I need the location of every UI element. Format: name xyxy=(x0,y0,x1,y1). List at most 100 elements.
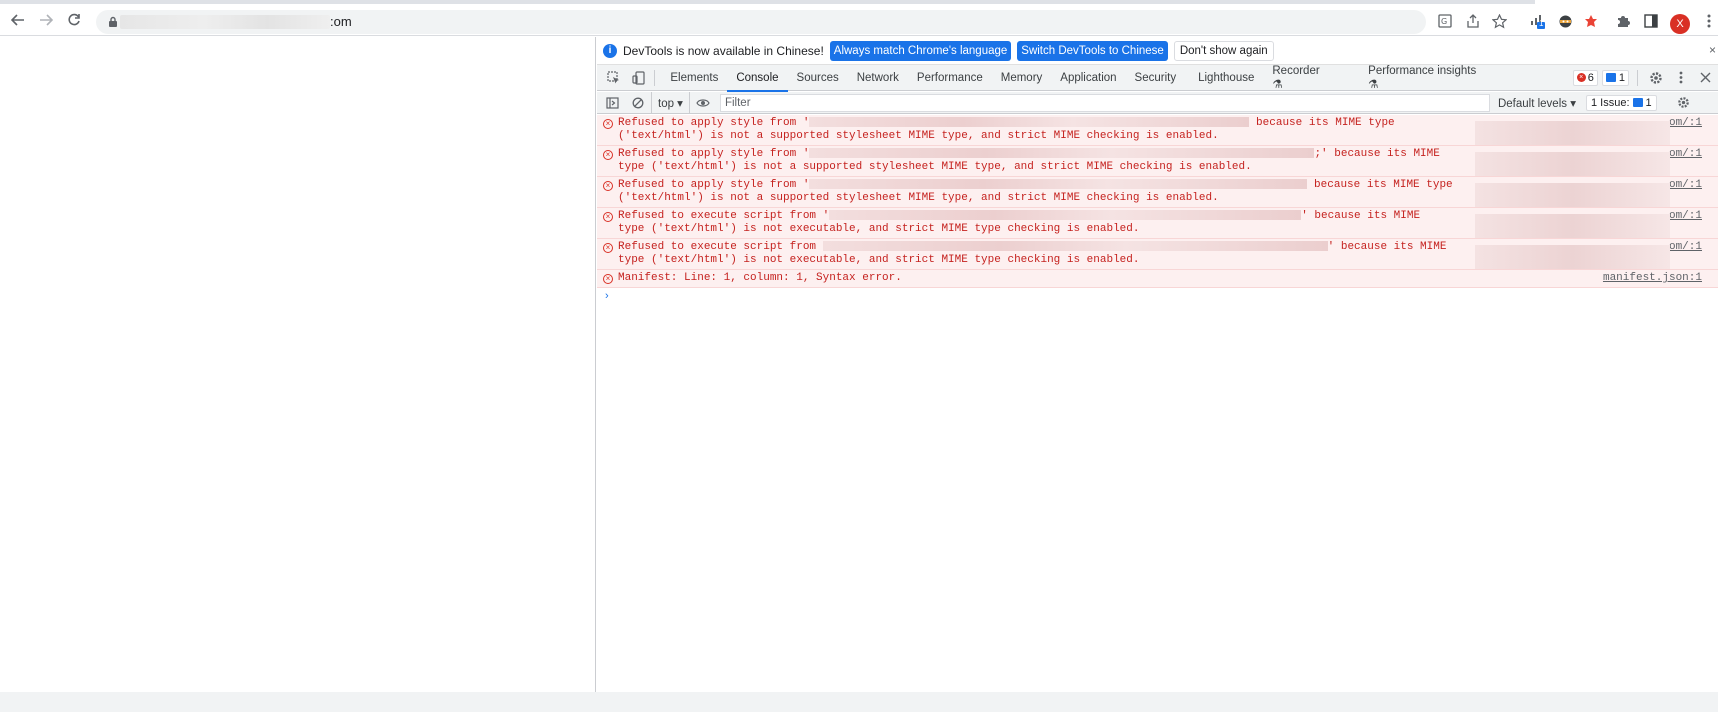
issues-counter-button[interactable]: 1 Issue: 1 xyxy=(1585,94,1657,111)
source-link[interactable]: om/:1 xyxy=(1669,241,1702,254)
device-toolbar-icon[interactable] xyxy=(626,65,651,91)
console-filter-input[interactable]: Filter xyxy=(719,93,1490,112)
reload-icon xyxy=(68,13,80,26)
extensions-puzzle-icon[interactable] xyxy=(1614,12,1632,30)
console-error-row[interactable]: × Refused to execute script from ' becau… xyxy=(597,239,1718,270)
message-count: 1 xyxy=(1618,71,1625,84)
svg-text:G: G xyxy=(1441,17,1447,26)
error-count-badge[interactable]: × 6 xyxy=(1572,69,1598,86)
redacted-url xyxy=(809,148,1315,159)
context-selector[interactable]: top ▾ xyxy=(651,91,690,114)
devtools-menu-icon[interactable] xyxy=(1669,65,1694,91)
console-sidebar-icon[interactable] xyxy=(599,90,625,116)
log-levels-dropdown[interactable]: Default levels ▾ xyxy=(1498,96,1576,110)
tab-network[interactable]: Network xyxy=(848,65,908,91)
redacted-region xyxy=(1475,121,1670,145)
switch-to-chinese-button[interactable]: Switch DevTools to Chinese xyxy=(1017,40,1168,61)
error-icon: × xyxy=(603,150,613,160)
error-icon: × xyxy=(603,212,613,222)
issues-label: 1 Issue: xyxy=(1590,96,1630,109)
clear-console-icon[interactable] xyxy=(625,90,651,116)
red-extension-icon[interactable] xyxy=(1582,12,1600,30)
tab-memory[interactable]: Memory xyxy=(992,65,1052,91)
tab-sources[interactable]: Sources xyxy=(788,65,848,91)
redacted-url xyxy=(809,179,1308,190)
source-link[interactable]: om/:1 xyxy=(1669,210,1702,223)
infobar-message: DevTools is now available in Chinese! xyxy=(623,43,824,58)
error-icon: × xyxy=(603,119,613,129)
tab-performance-insights[interactable]: Performance insights ⚗ xyxy=(1359,65,1493,91)
issue-icon xyxy=(1632,98,1643,107)
ninja-extension-icon[interactable] xyxy=(1556,12,1574,30)
console-toolbar: top ▾ Filter Default levels ▾ 1 Issue: 1 xyxy=(597,90,1718,116)
tab-elements[interactable]: Elements xyxy=(661,65,727,91)
back-button[interactable] xyxy=(8,10,28,30)
forward-arrow-icon xyxy=(40,14,53,26)
always-match-language-button[interactable]: Always match Chrome's language xyxy=(829,40,1012,61)
tab-recorder[interactable]: Recorder ⚗ xyxy=(1263,65,1339,91)
extension-badge: 1 xyxy=(1539,19,1544,28)
page-viewport xyxy=(0,37,596,692)
error-icon: × xyxy=(603,274,613,284)
info-icon: i xyxy=(603,43,617,58)
close-devtools-icon[interactable] xyxy=(1693,65,1718,91)
tab-application[interactable]: Application xyxy=(1051,65,1125,91)
bookmark-star-icon[interactable] xyxy=(1490,12,1508,30)
lock-icon xyxy=(109,16,117,27)
manifest-error-text: Manifest: Line: 1, column: 1, Syntax err… xyxy=(618,272,902,284)
inspect-element-icon[interactable] xyxy=(601,65,626,91)
reload-button[interactable] xyxy=(64,10,84,30)
redacted-domain xyxy=(120,14,330,29)
address-bar[interactable]: :om xyxy=(96,10,1426,34)
message-icon xyxy=(1605,73,1616,82)
manifest-source-link[interactable]: manifest.json:1 xyxy=(1603,272,1702,285)
redacted-region xyxy=(1475,183,1670,207)
console-error-row[interactable]: × Refused to execute script from ' ' beca… xyxy=(597,208,1718,239)
source-link[interactable]: om/:1 xyxy=(1669,179,1702,192)
tab-security[interactable]: Security xyxy=(1126,65,1186,91)
error-count: 6 xyxy=(1587,71,1594,84)
toolbar-divider xyxy=(1636,69,1638,86)
devtools-language-infobar: i DevTools is now available in Chinese! … xyxy=(597,37,1718,65)
network-extension-icon[interactable]: 1 xyxy=(1528,12,1546,30)
console-prompt[interactable]: › xyxy=(605,290,609,302)
redacted-region xyxy=(1475,152,1670,176)
console-messages: × Refused to apply style from ' because … xyxy=(597,115,1718,288)
back-arrow-icon xyxy=(11,14,24,26)
message-count-badge[interactable]: 1 xyxy=(1601,69,1629,86)
redacted-url xyxy=(829,210,1302,221)
url-text: :om xyxy=(120,14,352,29)
error-icon: × xyxy=(1576,73,1586,82)
error-icon: × xyxy=(603,181,613,191)
forward-button[interactable] xyxy=(36,10,56,30)
source-link[interactable]: om/:1 xyxy=(1669,148,1702,161)
browser-toolbar: :om G 1 X xyxy=(0,4,1718,36)
url-suffix: :om xyxy=(330,14,352,29)
redacted-url xyxy=(809,117,1250,128)
redacted-region xyxy=(1475,214,1670,238)
redacted-url xyxy=(822,241,1328,252)
console-error-row[interactable]: × Refused to apply style from ' because … xyxy=(597,115,1718,146)
devtools-tabbar: Elements Console Sources Network Perform… xyxy=(597,65,1718,92)
tab-console[interactable]: Console xyxy=(727,65,788,92)
console-error-row[interactable]: × Refused to apply style from ' because … xyxy=(597,177,1718,208)
infobar-close-icon[interactable]: × xyxy=(1709,43,1716,57)
browser-menu-icon[interactable] xyxy=(1700,12,1718,30)
console-error-row[interactable]: × Refused to apply style from ' ;' becaus… xyxy=(597,146,1718,177)
issues-count: 1 xyxy=(1645,96,1652,109)
dont-show-again-button[interactable]: Don't show again xyxy=(1173,40,1274,61)
settings-gear-icon[interactable] xyxy=(1644,65,1669,91)
toolbar-divider xyxy=(654,69,656,86)
tab-performance[interactable]: Performance xyxy=(908,65,992,91)
live-expression-eye-icon[interactable] xyxy=(690,90,716,116)
side-panel-icon[interactable] xyxy=(1642,12,1660,30)
translate-icon[interactable]: G xyxy=(1436,12,1454,30)
manifest-error-row[interactable]: × Manifest: Line: 1, column: 1, Syntax e… xyxy=(597,270,1718,288)
share-icon[interactable] xyxy=(1464,12,1482,30)
devtools-panel: i DevTools is now available in Chinese! … xyxy=(597,37,1718,692)
source-link[interactable]: om/:1 xyxy=(1669,117,1702,130)
profile-avatar[interactable]: X xyxy=(1670,14,1690,34)
console-settings-icon[interactable] xyxy=(1671,90,1697,116)
tab-lighthouse[interactable]: Lighthouse xyxy=(1189,65,1263,91)
bottom-bar xyxy=(0,692,1718,712)
